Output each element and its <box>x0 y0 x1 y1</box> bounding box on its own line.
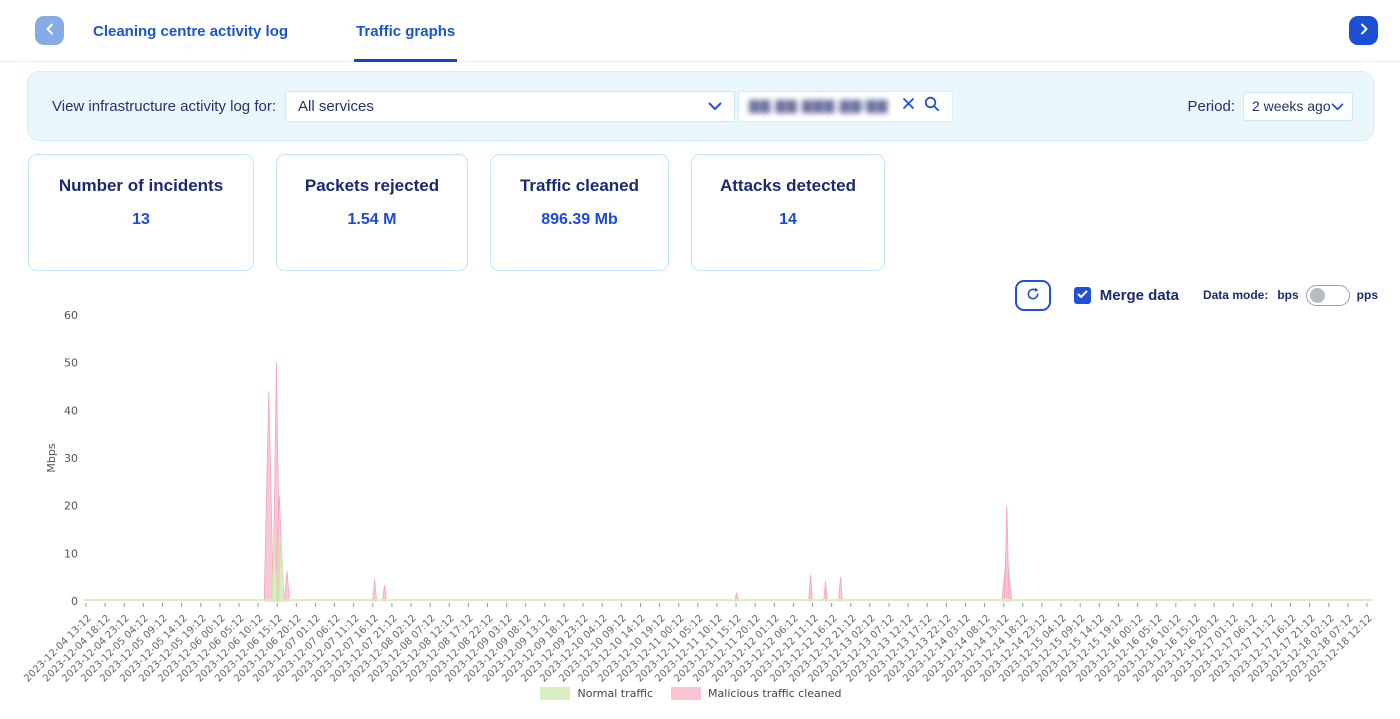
stat-value: 13 <box>29 211 253 229</box>
magnifier-icon <box>924 96 940 117</box>
stat-title: Packets rejected <box>277 176 467 196</box>
stats-row: Number of incidents 13 Packets rejected … <box>28 154 1400 271</box>
toggle-knob <box>1310 288 1325 303</box>
period-select-value: 2 weeks ago <box>1252 98 1331 114</box>
data-mode-pps-label: pps <box>1357 288 1378 302</box>
stat-value: 1.54 M <box>277 211 467 229</box>
traffic-graphs-page: Cleaning centre activity log Traffic gra… <box>0 0 1400 719</box>
header: Cleaning centre activity log Traffic gra… <box>0 0 1400 62</box>
stat-card-packets-rejected: Packets rejected 1.54 M <box>276 154 468 271</box>
data-mode-bps-label: bps <box>1277 288 1298 302</box>
x-axis-labels: 2023-12-04 13:122023-12-04 18:122023-12-… <box>0 607 1400 691</box>
x-mark-icon <box>902 97 915 115</box>
svg-text:Mbps: Mbps <box>45 443 58 472</box>
prev-tab-button[interactable] <box>35 16 64 45</box>
chevron-down-icon <box>708 98 722 115</box>
svg-text:20: 20 <box>64 500 78 513</box>
stat-card-attacks-detected: Attacks detected 14 <box>691 154 885 271</box>
merge-data-label: Merge data <box>1100 287 1179 304</box>
ip-search-input[interactable]: ▇▇.▇▇.▇▇▇.▇▇/▇▇ <box>749 98 896 114</box>
stat-card-traffic-cleaned: Traffic cleaned 896.39 Mb <box>490 154 669 271</box>
stat-value: 896.39 Mb <box>491 211 668 229</box>
tab-label: Traffic graphs <box>356 23 455 40</box>
svg-text:10: 10 <box>64 547 78 560</box>
stat-title: Attacks detected <box>692 176 884 196</box>
data-mode-toggle[interactable] <box>1306 285 1350 306</box>
svg-text:30: 30 <box>64 452 78 465</box>
merge-data-checkbox[interactable] <box>1074 287 1091 304</box>
ip-search-box: ▇▇.▇▇.▇▇▇.▇▇/▇▇ <box>738 91 953 122</box>
refresh-icon <box>1025 286 1041 305</box>
stat-title: Number of incidents <box>29 176 253 196</box>
svg-text:50: 50 <box>64 357 78 370</box>
chevron-right-icon <box>1359 23 1369 38</box>
traffic-chart: 0102030405060Mbps 2023-12-04 13:122023-1… <box>0 301 1400 700</box>
stat-card-incidents: Number of incidents 13 <box>28 154 254 271</box>
period-label: Period: <box>1187 98 1235 115</box>
stat-title: Traffic cleaned <box>491 176 668 196</box>
chart-controls: Merge data Data mode: bps pps <box>0 279 1378 311</box>
stat-value: 14 <box>692 211 884 229</box>
service-select-value: All services <box>298 98 374 115</box>
svg-text:40: 40 <box>64 404 78 417</box>
tab-cleaning-centre-activity-log[interactable]: Cleaning centre activity log <box>91 0 290 62</box>
chevron-left-icon <box>45 23 55 38</box>
tab-label: Cleaning centre activity log <box>93 23 288 40</box>
check-mark-icon <box>1077 286 1088 304</box>
clear-search-button[interactable] <box>896 94 920 118</box>
data-mode-label: Data mode: <box>1203 288 1268 302</box>
data-mode-group: Data mode: bps pps <box>1203 285 1378 306</box>
merge-data-checkbox-group[interactable]: Merge data <box>1074 287 1179 304</box>
chart-plot-area: 0102030405060Mbps <box>0 301 1400 607</box>
service-select[interactable]: All services <box>285 91 735 122</box>
filter-label: View infrastructure activity log for: <box>48 98 276 115</box>
next-tab-button[interactable] <box>1349 16 1378 45</box>
period-select[interactable]: 2 weeks ago <box>1243 92 1353 121</box>
refresh-button[interactable] <box>1015 280 1051 311</box>
filter-bar: View infrastructure activity log for: Al… <box>27 71 1374 141</box>
search-button[interactable] <box>920 94 944 118</box>
chevron-down-icon <box>1331 98 1344 114</box>
svg-text:0: 0 <box>71 595 78 607</box>
period-group: Period: 2 weeks ago <box>1187 92 1353 121</box>
tab-traffic-graphs[interactable]: Traffic graphs <box>354 0 457 62</box>
